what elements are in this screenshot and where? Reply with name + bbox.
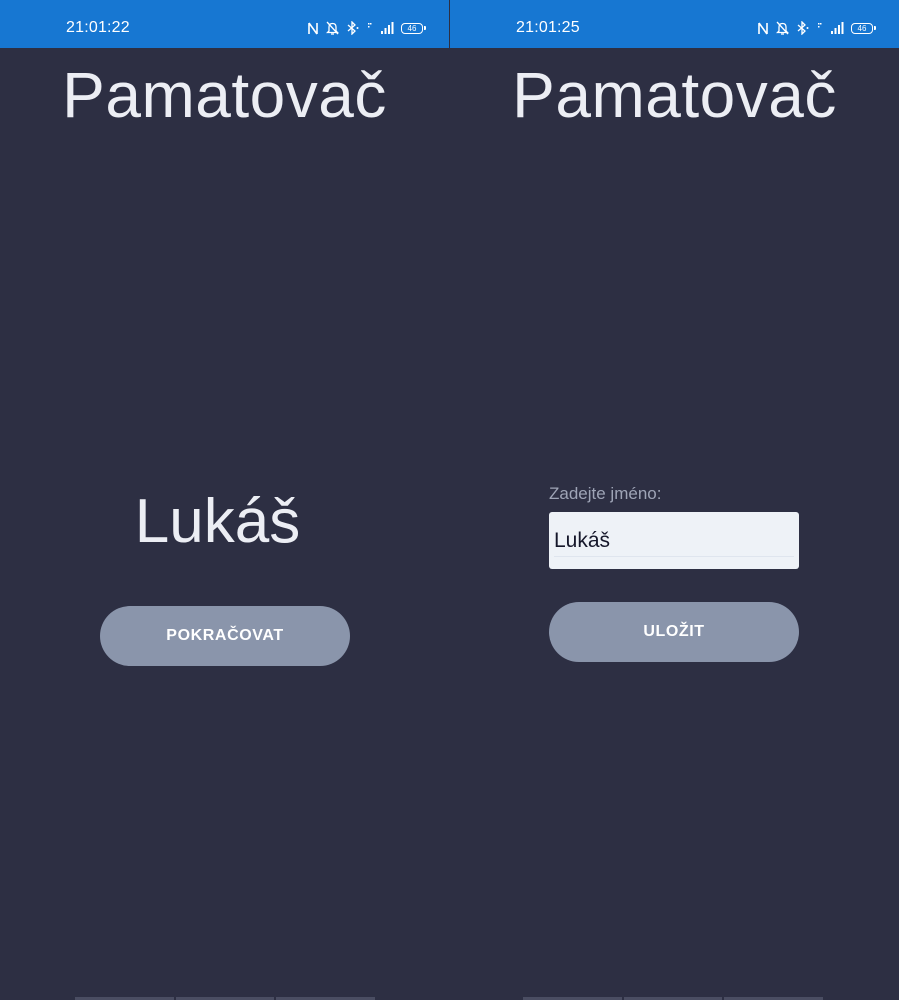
name-input[interactable] xyxy=(549,512,799,569)
battery-icon: 46 xyxy=(851,22,876,34)
screen-name-entry: 21:01:25 46 Pamatovač Zadejte jméno: ULO… xyxy=(450,0,899,1000)
cell-signal-icon xyxy=(830,21,844,35)
wifi-signal-icon xyxy=(817,21,823,35)
bluetooth-icon xyxy=(346,21,360,35)
status-icons: 46 xyxy=(757,20,876,36)
continue-button[interactable]: POKRAČOVAT xyxy=(100,606,350,666)
app-title: Pamatovač xyxy=(62,59,387,131)
status-bar: 21:01:25 46 xyxy=(450,0,899,48)
screen-name-display: 21:01:22 46 Pamatovač Lukáš POKRAČOVAT xyxy=(0,0,449,1000)
bell-off-icon xyxy=(776,21,789,35)
cell-signal-icon xyxy=(380,21,394,35)
wifi-signal-icon xyxy=(367,21,373,35)
status-time: 21:01:25 xyxy=(516,19,580,36)
battery-icon: 46 xyxy=(401,22,426,34)
status-time: 21:01:22 xyxy=(66,19,130,36)
bell-off-icon xyxy=(326,21,339,35)
bluetooth-icon xyxy=(796,21,810,35)
stored-name: Lukáš xyxy=(134,487,301,556)
nfc-icon xyxy=(307,22,319,35)
input-underline xyxy=(554,556,794,557)
save-button[interactable]: ULOŽIT xyxy=(549,602,799,662)
app-title: Pamatovač xyxy=(512,59,837,131)
nfc-icon xyxy=(757,22,769,35)
status-icons: 46 xyxy=(307,20,426,36)
name-field-label: Zadejte jméno: xyxy=(549,484,662,503)
status-bar: 21:01:22 46 xyxy=(0,0,449,48)
